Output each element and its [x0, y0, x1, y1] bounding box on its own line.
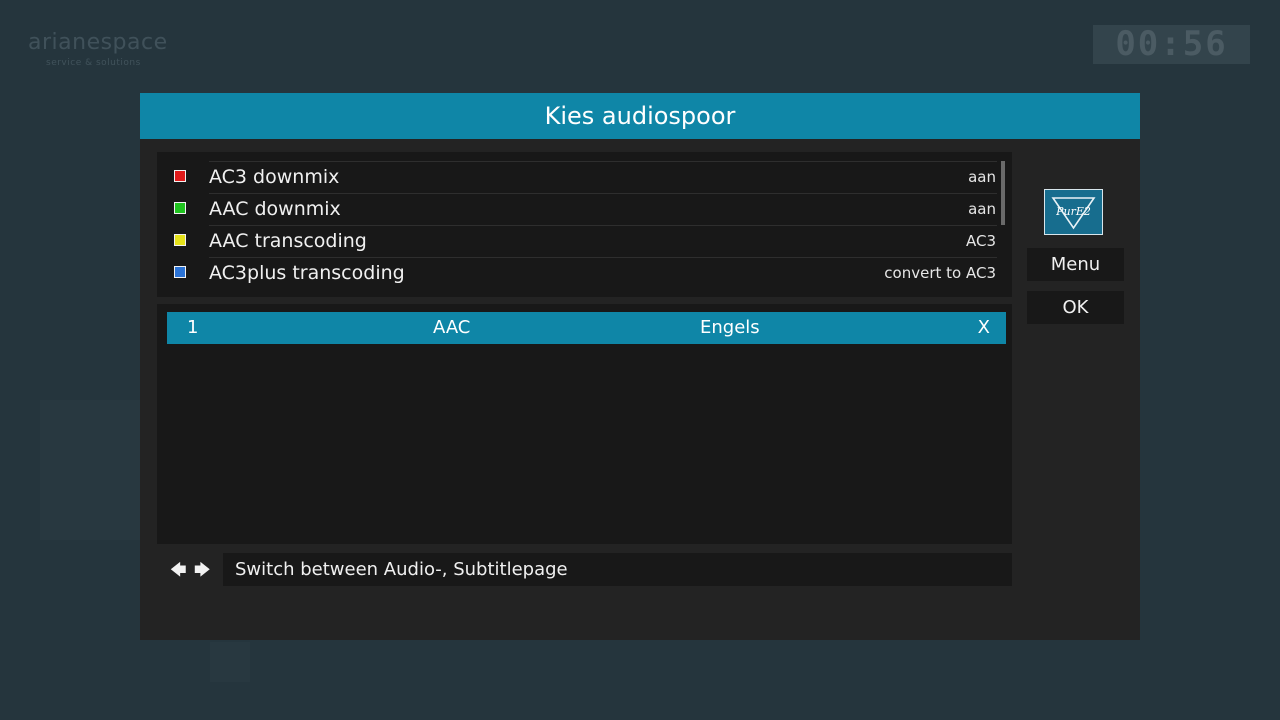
dialog-title: Kies audiospoor [140, 93, 1140, 139]
track-row-selected[interactable]: 1 AAC Engels X [167, 312, 1006, 344]
option-value: aan [968, 168, 996, 186]
option-value: aan [968, 200, 996, 218]
option-label: AC3 downmix [209, 166, 340, 188]
option-label: AC3plus transcoding [209, 262, 405, 284]
audio-tracks-list: 1 AAC Engels X [157, 304, 1012, 544]
option-value: AC3 [965, 232, 996, 250]
option-value: convert to AC3 [884, 264, 996, 282]
help-arrows: 🡄 🡆 [170, 561, 214, 579]
green-key-icon [174, 202, 186, 214]
menu-button[interactable]: Menu [1027, 248, 1124, 281]
option-row-ac3-downmix[interactable]: AC3 downmix aan [157, 161, 1012, 193]
background-channel-logo: arianespace service & solutions [28, 22, 168, 74]
clock-display: 00:56 [1093, 25, 1250, 64]
left-arrow-icon: 🡄 [170, 560, 187, 579]
option-row-aac-downmix[interactable]: AAC downmix aan [157, 193, 1012, 225]
yellow-key-icon [174, 234, 186, 246]
option-row-aac-transcoding[interactable]: AAC transcoding AC3 [157, 225, 1012, 257]
help-text: Switch between Audio-, Subtitlepage [223, 553, 1012, 586]
pure2-logo-text: PurE2 [1055, 205, 1091, 218]
audio-options-list: AC3 downmix aan AAC downmix aan AAC tran… [157, 152, 1012, 297]
audio-track-dialog: Kies audiospoor AC3 downmix aan AAC down… [140, 93, 1140, 640]
right-arrow-icon: 🡆 [194, 560, 211, 579]
red-key-icon [174, 170, 186, 182]
pure2-logo-icon: PurE2 [1051, 197, 1096, 230]
background-logo-subtext: service & solutions [46, 58, 141, 68]
option-label: AAC transcoding [209, 230, 367, 252]
background-ghost-bar [210, 642, 250, 682]
pure2-logo: PurE2 [1044, 189, 1103, 235]
ok-button[interactable]: OK [1027, 291, 1124, 324]
blue-key-icon [174, 266, 186, 278]
options-scrollbar[interactable] [1001, 161, 1005, 225]
track-language: Engels [700, 317, 760, 338]
background-ghost-figure [40, 400, 140, 540]
track-selected-mark: X [977, 317, 990, 338]
background-logo-text: arianespace [28, 30, 168, 55]
track-number: 1 [187, 317, 199, 338]
option-label: AAC downmix [209, 198, 341, 220]
track-codec: AAC [433, 317, 471, 338]
option-row-ac3plus-transcoding[interactable]: AC3plus transcoding convert to AC3 [157, 257, 1012, 289]
